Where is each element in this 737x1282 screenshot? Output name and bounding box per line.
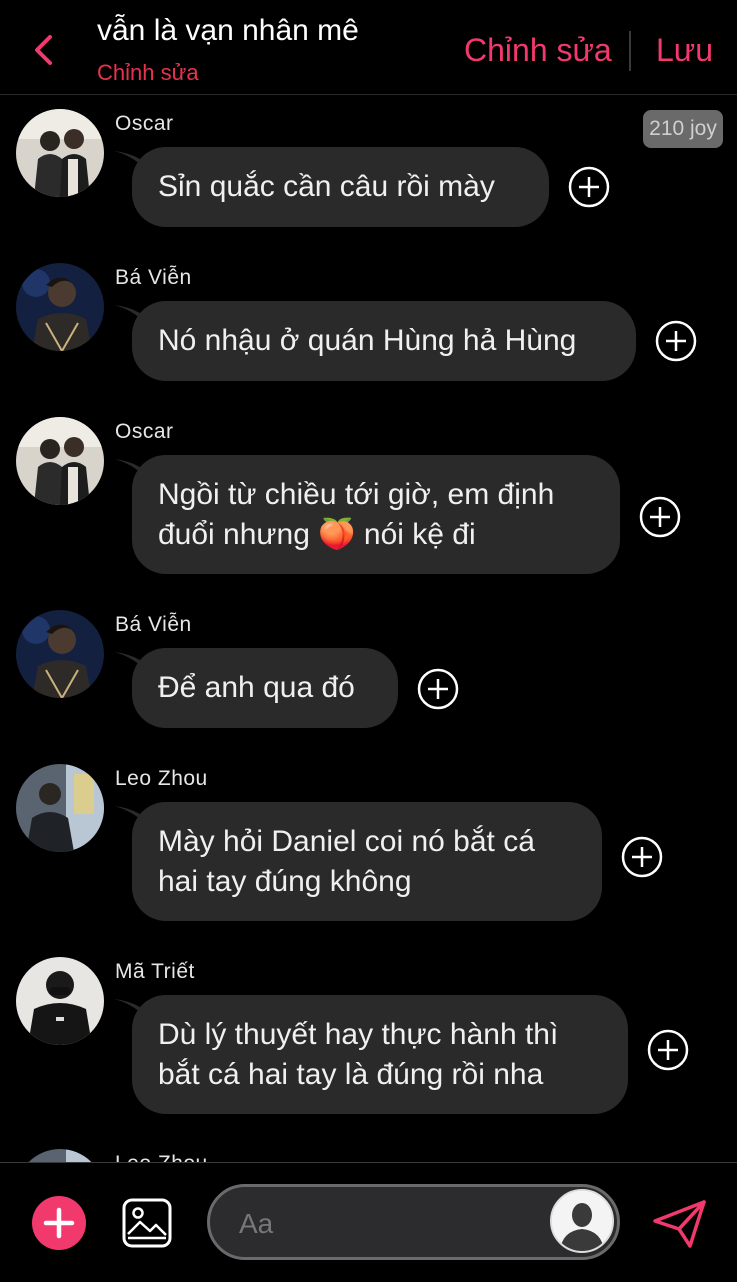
persona-avatar-icon[interactable]: [550, 1189, 614, 1253]
message-input[interactable]: [237, 1203, 541, 1245]
message-row: Leo Zhou: [0, 1135, 737, 1162]
add-reaction-plus-icon[interactable]: [568, 166, 610, 208]
header-divider: [629, 31, 631, 71]
avatar[interactable]: [16, 109, 104, 197]
composer-bar: [0, 1162, 737, 1282]
chat-title: vẫn là vạn nhân mê: [97, 14, 359, 47]
avatar[interactable]: [16, 417, 104, 505]
save-button[interactable]: Lưu: [656, 32, 713, 69]
image-gallery-icon[interactable]: [122, 1198, 172, 1248]
add-reaction-plus-icon[interactable]: [647, 1029, 689, 1071]
sender-name: Mã Triết: [115, 960, 195, 983]
sender-name: Oscar: [115, 420, 174, 443]
add-reaction-plus-icon[interactable]: [639, 496, 681, 538]
add-reaction-plus-icon[interactable]: [621, 836, 663, 878]
sender-name: Bá Viễn: [115, 266, 192, 289]
plus-icon: [43, 1207, 75, 1239]
message-row: Mã Triết Dù lý thuyết hay thực hành thì …: [0, 943, 737, 1133]
avatar[interactable]: [16, 610, 104, 698]
message-bubble[interactable]: Nó nhậu ở quán Hùng hả Hùng: [132, 301, 636, 381]
sender-name: Leo Zhou: [115, 767, 208, 790]
message-bubble[interactable]: Để anh qua đó: [132, 648, 398, 728]
avatar[interactable]: [16, 1149, 104, 1162]
sender-name: Oscar: [115, 112, 174, 135]
avatar[interactable]: [16, 764, 104, 852]
message-row: Oscar Ngồi từ chiều tới giờ, em định đuổ…: [0, 403, 737, 593]
add-attachment-button[interactable]: [32, 1196, 86, 1250]
add-reaction-plus-icon[interactable]: [417, 668, 459, 710]
edit-button[interactable]: Chỉnh sửa: [464, 32, 612, 69]
avatar[interactable]: [16, 957, 104, 1045]
message-row: Bá Viễn Để anh qua đó: [0, 596, 737, 746]
back-chevron-icon[interactable]: [30, 32, 58, 68]
message-row: Leo Zhou Mày hỏi Daniel coi nó bắt cá ha…: [0, 750, 737, 940]
message-row: Oscar Sỉn quắc cần câu rồi mày: [0, 95, 737, 245]
chat-header: vẫn là vạn nhân mê Chỉnh sửa Chỉnh sửa L…: [0, 0, 737, 95]
message-bubble[interactable]: Dù lý thuyết hay thực hành thì bắt cá ha…: [132, 995, 628, 1114]
sender-name: Bá Viễn: [115, 613, 192, 636]
message-bubble[interactable]: Sỉn quắc cần câu rồi mày: [132, 147, 549, 227]
add-reaction-plus-icon[interactable]: [655, 320, 697, 362]
send-icon[interactable]: [652, 1199, 708, 1249]
chat-subtitle-edit-link[interactable]: Chỉnh sửa: [97, 60, 199, 86]
sender-name: Leo Zhou: [115, 1152, 208, 1162]
message-input-wrapper[interactable]: [207, 1184, 620, 1260]
message-bubble[interactable]: Ngồi từ chiều tới giờ, em định đuổi nhưn…: [132, 455, 620, 574]
message-list[interactable]: 210 joy Oscar Sỉn quắc cần câu rồi mày B…: [0, 95, 737, 1162]
avatar[interactable]: [16, 263, 104, 351]
message-row: Bá Viễn Nó nhậu ở quán Hùng hả Hùng: [0, 249, 737, 399]
message-bubble[interactable]: Mày hỏi Daniel coi nó bắt cá hai tay đún…: [132, 802, 602, 921]
